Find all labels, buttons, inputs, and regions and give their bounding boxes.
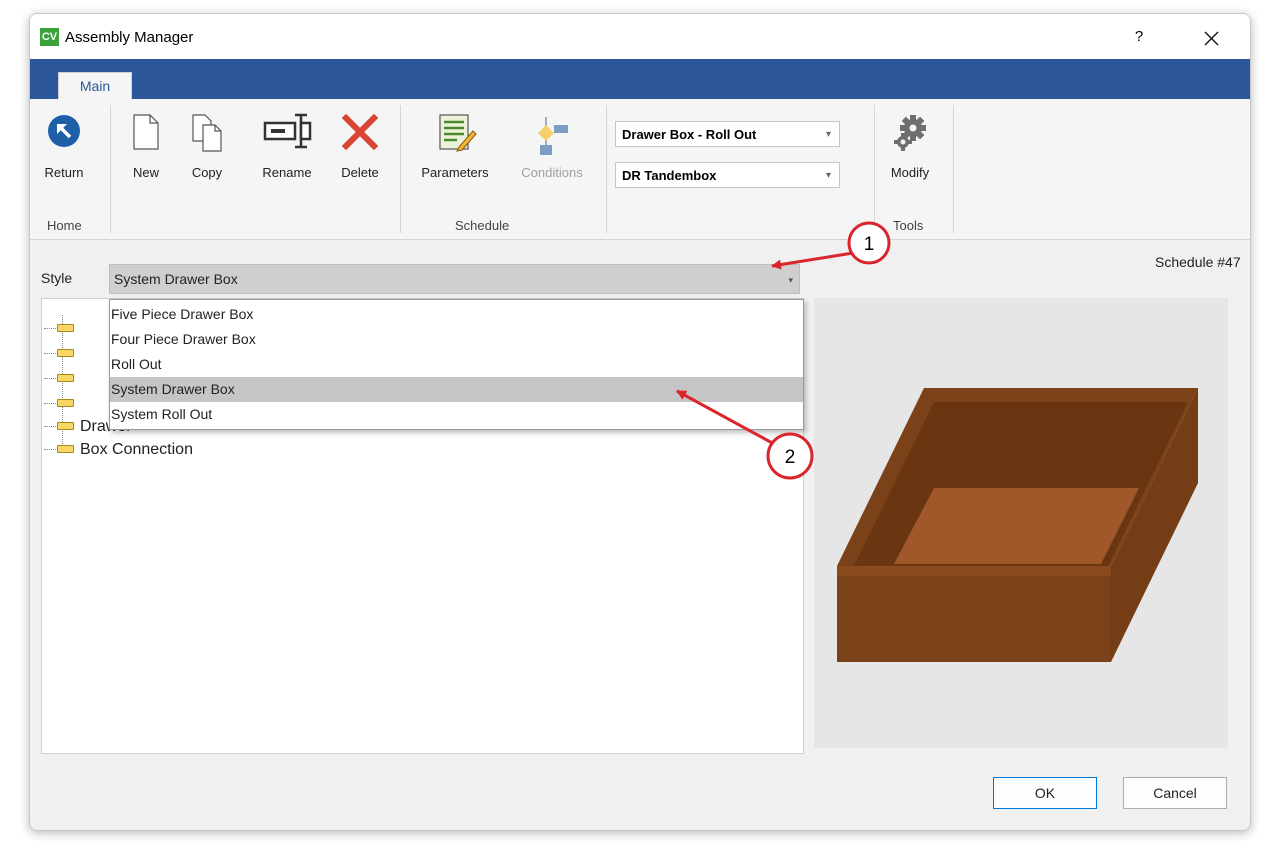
callout-2-badge: 2 (766, 432, 814, 480)
callout-1-number: 1 (864, 234, 875, 255)
callout-1-arrow (771, 251, 854, 270)
callout-1-badge: 1 (847, 221, 891, 265)
callout-2-arrow (676, 389, 777, 447)
callout-2-number: 2 (785, 447, 796, 468)
callout-annotations: 1 2 (676, 221, 891, 480)
